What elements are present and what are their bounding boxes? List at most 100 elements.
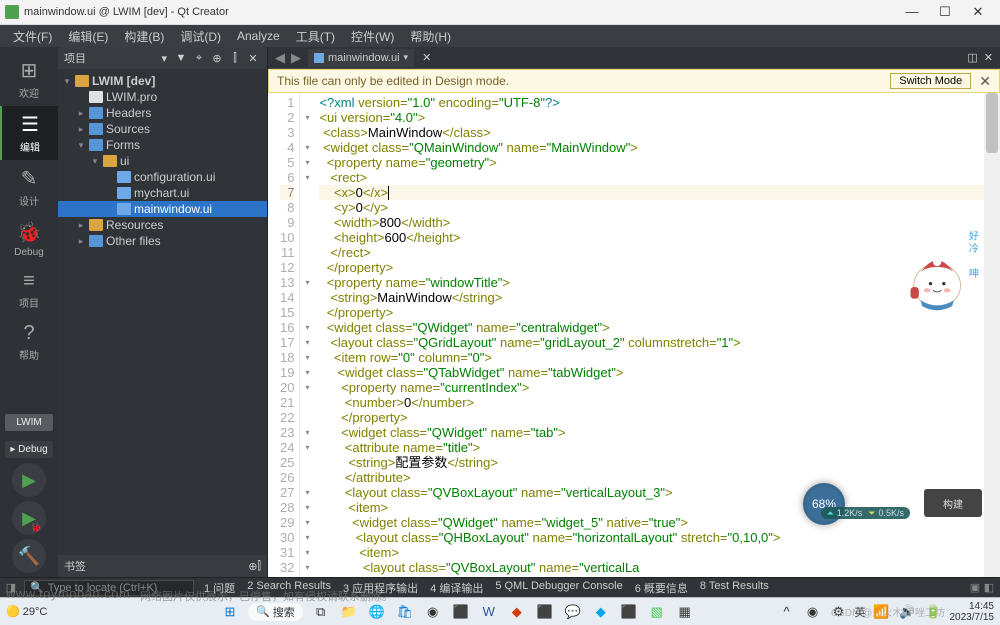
kit-selector[interactable]: LWIM xyxy=(5,414,53,431)
close-editor-icon[interactable]: ✕ xyxy=(981,51,996,64)
split-editor-icon[interactable]: ◫ xyxy=(964,51,980,64)
tree-node[interactable]: ▾LWIM [dev] xyxy=(58,73,267,89)
minimize-button[interactable]: — xyxy=(903,4,921,20)
menu-item[interactable]: 构建(B) xyxy=(116,28,172,45)
vertical-scrollbar[interactable] xyxy=(984,93,1000,577)
app-icon-5[interactable]: ⬛ xyxy=(619,602,639,622)
mode-编辑[interactable]: ☰编辑 xyxy=(0,106,58,160)
debug-kit-selector[interactable]: ▸ Debug xyxy=(5,441,53,458)
app-icon-1[interactable]: ⬛ xyxy=(451,602,471,622)
mode-设计[interactable]: ✎设计 xyxy=(0,160,58,214)
edge-icon[interactable]: 🌐 xyxy=(367,602,387,622)
close-button[interactable]: ✕ xyxy=(969,4,987,20)
app-icon-3[interactable]: ⬛ xyxy=(535,602,555,622)
info-close-icon[interactable]: ✕ xyxy=(979,73,991,90)
nav-forward-icon[interactable]: ▶ xyxy=(288,50,304,66)
output-tab[interactable]: 5 QML Debugger Console xyxy=(491,580,626,596)
menu-item[interactable]: 帮助(H) xyxy=(402,28,459,45)
mode-欢迎[interactable]: ⊞欢迎 xyxy=(0,52,58,106)
menu-item[interactable]: 文件(F) xyxy=(5,28,60,45)
tree-node[interactable]: configuration.ui xyxy=(58,169,267,185)
mode-selector: ⊞欢迎☰编辑✎设计🐞Debug≡项目?帮助 LWIM ▸ Debug ▶ ▶🐞 … xyxy=(0,47,58,577)
filter-icon[interactable]: ▼ xyxy=(173,52,189,64)
code-content[interactable]: <?xml version="1.0" encoding="UTF-8"?><u… xyxy=(314,93,1000,577)
tree-node[interactable]: ▸Other files xyxy=(58,233,267,249)
wifi-icon[interactable]: 📶 xyxy=(872,602,892,622)
qtcreator-icon[interactable]: ▧ xyxy=(647,602,667,622)
mode-Debug[interactable]: 🐞Debug xyxy=(0,214,58,264)
output-tab[interactable]: 1 问题 xyxy=(200,580,239,596)
maximize-button[interactable]: ☐ xyxy=(936,4,954,20)
volume-icon[interactable]: 🔊 xyxy=(898,602,918,622)
output-tab[interactable]: 3 应用程序输出 xyxy=(339,580,422,596)
tray-icon-2[interactable]: ⚙ xyxy=(829,602,849,622)
editor-tab[interactable]: mainwindow.ui ▾ xyxy=(308,49,414,67)
tree-node[interactable]: ▾ui xyxy=(58,153,267,169)
tree-node[interactable]: ▾Forms xyxy=(58,137,267,153)
tray-expand-icon[interactable]: ^ xyxy=(777,602,797,622)
bookmark-add-icon[interactable]: ⊕ xyxy=(248,560,257,573)
mode-项目[interactable]: ≡项目 xyxy=(0,264,58,316)
menu-item[interactable]: 工具(T) xyxy=(288,28,343,45)
word-icon[interactable]: W xyxy=(479,602,499,622)
app-icon-4[interactable]: ◆ xyxy=(591,602,611,622)
output-tab[interactable]: 8 Test Results xyxy=(696,580,773,596)
dell-icon[interactable]: ◉ xyxy=(423,602,443,622)
search-icon: 🔍 xyxy=(256,605,270,618)
info-text: This file can only be edited in Design m… xyxy=(277,74,890,88)
switch-mode-button[interactable]: Switch Mode xyxy=(890,73,971,89)
close-pane-icon[interactable]: ✕ xyxy=(245,52,261,65)
fold-column[interactable]: ▾▾▾▾▾▾▾▾▾▾▾▾▾▾▾▾▾▾ xyxy=(300,93,314,577)
taskbar-search[interactable]: 🔍 搜索 xyxy=(248,603,303,621)
scrollbar-thumb[interactable] xyxy=(986,93,998,153)
toggle-sidebar-icon[interactable]: ◨ xyxy=(4,581,18,594)
explorer-icon[interactable]: 📁 xyxy=(339,602,359,622)
menu-item[interactable]: 控件(W) xyxy=(343,28,402,45)
project-tree[interactable]: ▾LWIM [dev] LWIM.pro▸Headers▸Sources▾For… xyxy=(58,69,267,555)
bookmarks-header[interactable]: 书签 ⊕ ⫿ xyxy=(58,555,267,577)
toggle-right-icon[interactable]: ◧ xyxy=(982,581,996,594)
mode-帮助[interactable]: ?帮助 xyxy=(0,316,58,368)
split-icon[interactable]: ⫿ xyxy=(227,52,243,65)
tree-node[interactable]: ▸Headers xyxy=(58,105,267,121)
output-tab[interactable]: 6 概要信息 xyxy=(631,580,692,596)
code-editor[interactable]: 1234567891011121314151617181920212223242… xyxy=(268,93,1000,577)
toggle-output-icon[interactable]: ▣ xyxy=(968,581,982,594)
tree-node[interactable]: LWIM.pro xyxy=(58,89,267,105)
tab-close-icon[interactable]: ✕ xyxy=(422,51,431,64)
tree-node[interactable]: ▸Sources xyxy=(58,121,267,137)
task-view-icon[interactable]: ⧉ xyxy=(311,602,331,622)
add-icon[interactable]: ⊕ xyxy=(209,52,225,65)
output-tab[interactable]: 4 编译输出 xyxy=(426,580,487,596)
menu-item[interactable]: 编辑(E) xyxy=(60,28,116,45)
tab-dropdown-icon[interactable]: ▾ xyxy=(404,52,409,63)
link-icon[interactable]: ⌖ xyxy=(191,52,207,65)
build-button[interactable]: 🔨 xyxy=(12,539,46,573)
battery-icon[interactable]: 🔋 xyxy=(924,602,944,622)
app-icon-6[interactable]: ▦ xyxy=(675,602,695,622)
bookmark-split-icon[interactable]: ⫿ xyxy=(257,560,261,573)
locator-input[interactable]: 🔍 Type to locate (Ctrl+K) xyxy=(24,580,194,596)
wechat-icon[interactable]: 💬 xyxy=(563,602,583,622)
file-type-icon xyxy=(314,53,324,63)
tray-icon-1[interactable]: ◉ xyxy=(803,602,823,622)
build-chip[interactable]: 构建 xyxy=(924,489,982,517)
debug-run-button[interactable]: ▶🐞 xyxy=(12,501,46,535)
menu-item[interactable]: 调试(D) xyxy=(172,28,229,45)
store-icon[interactable]: 🛍 xyxy=(395,602,415,622)
nav-back-icon[interactable]: ◀ xyxy=(272,50,288,66)
output-tab[interactable]: 2 Search Results xyxy=(243,580,335,596)
tree-node[interactable]: ▸Resources xyxy=(58,217,267,233)
run-button[interactable]: ▶ xyxy=(12,463,46,497)
tree-node[interactable]: mychart.ui xyxy=(58,185,267,201)
taskbar-clock[interactable]: 14:452023/7/15 xyxy=(950,601,995,623)
project-pane-header: 项目 ▾ ▼ ⌖ ⊕ ⫿ ✕ xyxy=(58,47,267,69)
weather-widget[interactable]: 🟡 29°C xyxy=(6,605,47,618)
tree-node[interactable]: mainwindow.ui xyxy=(58,201,267,217)
app-icon-2[interactable]: ◆ xyxy=(507,602,527,622)
dropdown-icon[interactable]: ▾ xyxy=(161,52,167,65)
ime-indicator[interactable]: 英 xyxy=(855,604,866,620)
locator-placeholder: Type to locate (Ctrl+K) xyxy=(48,582,158,594)
start-button[interactable]: ⊞ xyxy=(220,602,240,622)
menu-item[interactable]: Analyze xyxy=(229,29,288,43)
